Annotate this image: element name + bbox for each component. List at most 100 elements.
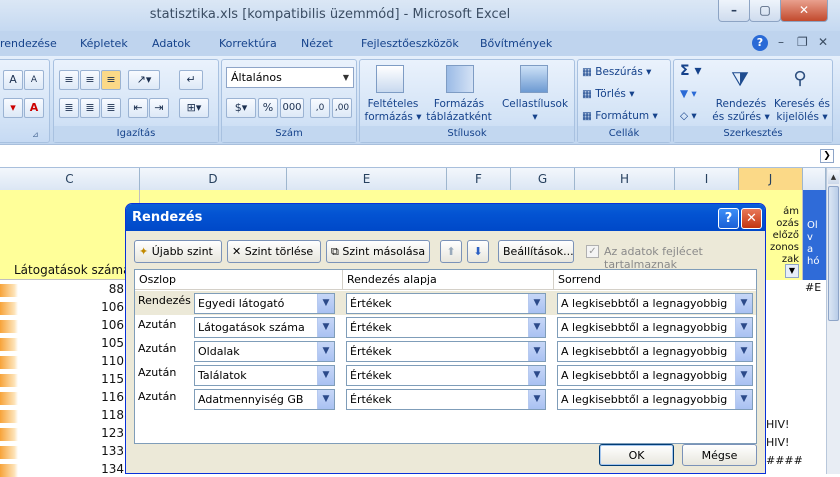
decrease-indent-icon[interactable]: ⇤ — [128, 98, 148, 118]
sort-column-dropdown[interactable]: Találatok ▼ — [194, 365, 335, 386]
delete-cells-button[interactable]: ▦ Törlés ▾ — [582, 88, 635, 101]
tab-addins[interactable]: Bővítmények — [480, 37, 552, 50]
visits-cell[interactable]: 133 — [0, 444, 124, 458]
sort-on-dropdown[interactable]: Értékek ▼ — [346, 341, 546, 362]
tab-data[interactable]: Adatok — [152, 37, 190, 50]
cell-styles-button[interactable]: Cellastílusok ▾ — [500, 98, 570, 124]
column-header-g[interactable]: G — [511, 168, 575, 190]
conditional-formatting-button[interactable]: Feltételes formázás ▾ — [362, 98, 424, 124]
minimize-button[interactable]: – — [718, 0, 750, 22]
filter-dropdown-icon[interactable]: ▼ — [785, 264, 799, 278]
tab-page-layout[interactable]: rendezése — [0, 37, 57, 50]
align-bottom-icon[interactable]: ≡ — [101, 70, 121, 90]
dialog-close-button[interactable]: ✕ — [741, 208, 762, 229]
wrap-text-icon[interactable]: ↵ — [179, 70, 203, 90]
decrease-decimal-icon[interactable]: ,00 — [332, 98, 352, 118]
merge-center-icon[interactable]: ⊞▾ — [179, 98, 209, 118]
scroll-thumb[interactable] — [828, 186, 839, 321]
visits-cell[interactable]: 106 — [0, 318, 124, 332]
chevron-down-icon[interactable]: ▼ — [735, 342, 752, 361]
tab-developer[interactable]: Fejlesztőeszközök — [361, 37, 459, 50]
chevron-down-icon[interactable]: ▼ — [528, 342, 545, 361]
increase-decimal-icon[interactable]: ,0 — [310, 98, 330, 118]
visits-cell[interactable]: 105 — [0, 336, 124, 350]
chevron-down-icon[interactable]: ▼ — [735, 294, 752, 313]
cell-k-error[interactable]: #E — [805, 281, 821, 294]
column-header-f[interactable]: F — [447, 168, 511, 190]
sort-order-dropdown[interactable]: A legkisebbtől a legnagyobbig ▼ — [557, 317, 753, 338]
align-right-icon[interactable]: ≣ — [101, 98, 121, 118]
cell-j-error-3[interactable]: #### — [766, 454, 803, 467]
chevron-down-icon[interactable]: ▼ — [735, 390, 752, 409]
sort-column-dropdown[interactable]: Oldalak ▼ — [194, 341, 335, 362]
column-header-c[interactable]: C — [0, 168, 140, 190]
sort-order-dropdown[interactable]: A legkisebbtől a legnagyobbig ▼ — [557, 293, 753, 314]
visits-cell[interactable]: 110 — [0, 354, 124, 368]
close-window-button[interactable]: ✕ — [780, 0, 828, 22]
align-middle-icon[interactable]: ≡ — [80, 70, 100, 90]
chevron-down-icon[interactable]: ▼ — [317, 294, 334, 313]
format-cells-button[interactable]: ▦ Formátum ▾ — [582, 110, 658, 123]
sort-order-dropdown[interactable]: A legkisebbtől a legnagyobbig ▼ — [557, 365, 753, 386]
sort-on-dropdown[interactable]: Értékek ▼ — [346, 365, 546, 386]
chevron-down-icon[interactable]: ▼ — [317, 318, 334, 337]
clear-icon[interactable]: ◇ ▾ — [680, 110, 697, 123]
chevron-down-icon[interactable]: ▼ — [317, 342, 334, 361]
thousands-separator-button[interactable]: 000 — [280, 98, 304, 118]
ribbon-minimize-icon[interactable]: – — [778, 35, 784, 49]
align-center-icon[interactable]: ≣ — [80, 98, 100, 118]
workbook-close-icon[interactable]: ✕ — [818, 35, 828, 49]
header-cell-c[interactable]: Látogatások száma — [0, 190, 140, 280]
options-button[interactable]: Beállítások... — [498, 240, 574, 263]
align-left-icon[interactable]: ≣ — [59, 98, 79, 118]
tab-review[interactable]: Korrektúra — [219, 37, 277, 50]
ribbon-restore-icon[interactable]: ❐ — [797, 35, 808, 49]
tab-view[interactable]: Nézet — [301, 37, 333, 50]
dialog-help-button[interactable]: ? — [718, 208, 739, 229]
chevron-down-icon[interactable]: ▼ — [528, 390, 545, 409]
sort-column-dropdown[interactable]: Egyedi látogató ▼ — [194, 293, 335, 314]
delete-level-button[interactable]: ✕ Szint törlése — [227, 240, 321, 263]
sort-on-dropdown[interactable]: Értékek ▼ — [346, 317, 546, 338]
column-header-i[interactable]: I — [675, 168, 739, 190]
header-checkbox[interactable]: ✓ — [586, 245, 599, 258]
sort-on-dropdown[interactable]: Értékek ▼ — [346, 293, 546, 314]
chevron-down-icon[interactable]: ▼ — [528, 366, 545, 385]
font-color-icon[interactable]: A — [24, 98, 44, 118]
visits-cell[interactable]: 115 — [0, 372, 124, 386]
help-icon[interactable]: ? — [752, 35, 768, 51]
column-header-h[interactable]: H — [575, 168, 675, 190]
align-top-icon[interactable]: ≡ — [59, 70, 79, 90]
cancel-button[interactable]: Mégse — [682, 444, 757, 466]
visits-cell[interactable]: 88 — [0, 282, 124, 296]
increase-indent-icon[interactable]: ⇥ — [149, 98, 169, 118]
add-level-button[interactable]: ✦ Újabb szint — [134, 240, 222, 263]
chevron-down-icon[interactable]: ▼ — [528, 294, 545, 313]
tab-formulas[interactable]: Képletek — [80, 37, 128, 50]
scroll-up-icon[interactable]: ▲ — [828, 170, 839, 184]
percent-button[interactable]: % — [258, 98, 278, 118]
move-down-button[interactable]: ⬇ — [467, 240, 489, 263]
grow-font-button[interactable]: A — [3, 70, 23, 90]
sort-filter-button[interactable]: Rendezés és szűrés ▾ — [712, 98, 770, 124]
expand-formula-icon[interactable]: ❯ — [820, 149, 834, 163]
chevron-down-icon[interactable]: ▼ — [317, 390, 334, 409]
insert-cells-button[interactable]: ▦ Beszúrás ▾ — [582, 66, 651, 79]
cell-j-error-2[interactable]: HIV! — [766, 436, 789, 449]
column-header-d[interactable]: D — [140, 168, 287, 190]
chevron-down-icon[interactable]: ▼ — [735, 318, 752, 337]
chevron-down-icon[interactable]: ▼ — [735, 366, 752, 385]
cell-j-error-1[interactable]: HIV! — [766, 418, 789, 431]
font-dialog-launcher-icon[interactable]: ⊿ — [32, 130, 39, 139]
column-header-j[interactable]: J — [739, 168, 803, 190]
header-cell-k[interactable]: Ol v a hó — [803, 190, 826, 280]
sort-column-dropdown[interactable]: Látogatások száma ▼ — [194, 317, 335, 338]
sort-column-dropdown[interactable]: Adatmennyiség GB ▼ — [194, 389, 335, 410]
visits-cell[interactable]: 123 — [0, 426, 124, 440]
chevron-down-icon[interactable]: ▼ — [528, 318, 545, 337]
chevron-down-icon[interactable]: ▼ — [317, 366, 334, 385]
sort-order-dropdown[interactable]: A legkisebbtől a legnagyobbig ▼ — [557, 389, 753, 410]
sort-on-dropdown[interactable]: Értékek ▼ — [346, 389, 546, 410]
find-select-button[interactable]: Keresés és kijelölés ▾ — [772, 98, 832, 124]
orientation-icon[interactable]: ↗▾ — [128, 70, 160, 90]
